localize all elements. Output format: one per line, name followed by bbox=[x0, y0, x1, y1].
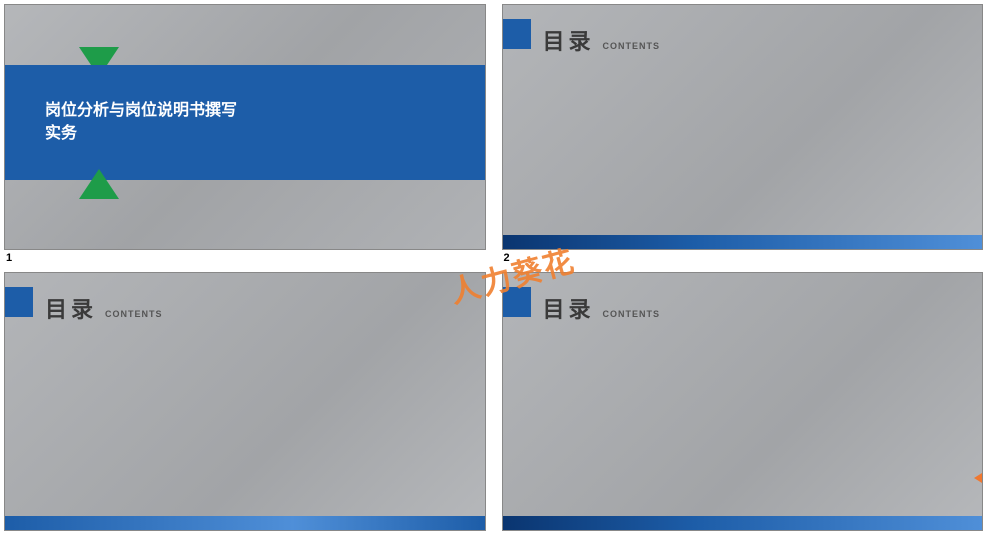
header-contents-label: CONTENTS bbox=[603, 309, 661, 319]
slide-grid: 岗位分析与岗位说明书撰写实务 1 目录 CONTENTS 一、我们该怎么办？ 0… bbox=[0, 0, 987, 535]
header-mulu: 目录 bbox=[45, 292, 97, 324]
slide-2: 目录 CONTENTS 一、我们该怎么办？ 01 管理者经常遇到的困惑有哪些？ … bbox=[502, 4, 984, 250]
main-title: 岗位分析与岗位说明书撰写实务 bbox=[5, 100, 245, 145]
header-contents-label: CONTENTS bbox=[603, 41, 661, 51]
triangle-up-icon bbox=[79, 169, 119, 199]
header-accent-bar bbox=[503, 19, 531, 49]
contents-header: 目录 CONTENTS bbox=[503, 287, 983, 324]
header-mulu: 目录 bbox=[543, 24, 595, 56]
slide-4: 目录 CONTENTS 二、如何做岗位分析？- "三清" 02 "清流程" u … bbox=[502, 272, 984, 532]
header-accent-bar bbox=[503, 287, 531, 317]
slide-1-wrap: 岗位分析与岗位说明书撰写实务 1 bbox=[4, 4, 486, 264]
header-accent-bar bbox=[5, 287, 33, 317]
slide-4-wrap: 目录 CONTENTS 二、如何做岗位分析？- "三清" 02 "清流程" u … bbox=[502, 272, 984, 532]
header-mulu: 目录 bbox=[543, 292, 595, 324]
slide-2-wrap: 目录 CONTENTS 一、我们该怎么办？ 01 管理者经常遇到的困惑有哪些？ … bbox=[502, 4, 984, 264]
slide-number-2: 2 bbox=[502, 250, 984, 264]
title-band: 岗位分析与岗位说明书撰写实务 bbox=[5, 65, 485, 180]
contents-header: 目录 CONTENTS bbox=[503, 19, 983, 56]
footer-stripe bbox=[503, 516, 983, 530]
footer-stripe bbox=[503, 235, 983, 249]
nav-arrow-icon bbox=[974, 468, 983, 488]
contents-header: 目录 CONTENTS bbox=[5, 287, 485, 324]
slide-3-wrap: 目录 CONTENTS 二、如何做岗位分析？- "三清" 01 "清岗位" u … bbox=[4, 272, 486, 532]
footer-stripe bbox=[5, 516, 485, 530]
slide-number-1: 1 bbox=[4, 250, 486, 264]
header-contents-label: CONTENTS bbox=[105, 309, 163, 319]
slide-3: 目录 CONTENTS 二、如何做岗位分析？- "三清" 01 "清岗位" u … bbox=[4, 272, 486, 532]
slide-1: 岗位分析与岗位说明书撰写实务 bbox=[4, 4, 486, 250]
